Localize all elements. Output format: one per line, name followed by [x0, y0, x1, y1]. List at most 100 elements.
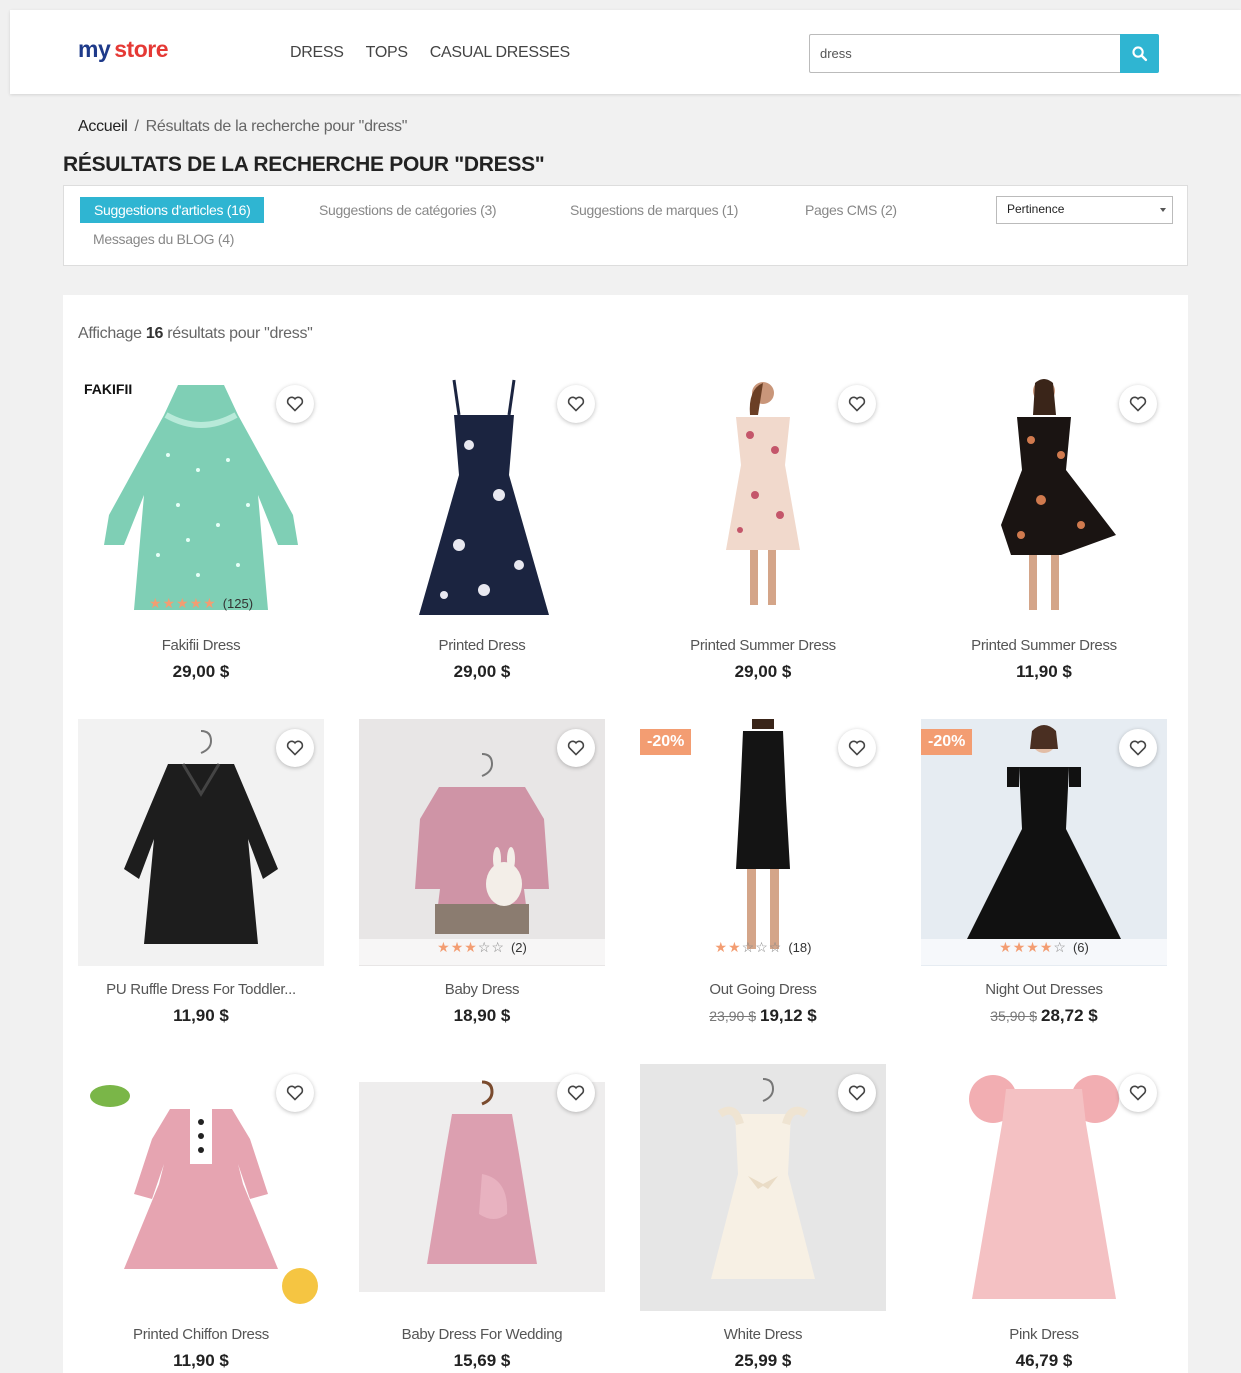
search-button[interactable] — [1120, 34, 1159, 73]
heart-icon — [567, 396, 585, 412]
results-suffix: résultats pour "dress" — [167, 325, 313, 342]
breadcrumb-home[interactable]: Accueil — [78, 118, 128, 135]
search-bar — [809, 34, 1159, 73]
product-price: 11,90 $ — [173, 1006, 229, 1025]
nav-tops[interactable]: TOPS — [366, 44, 408, 62]
product-image[interactable]: FAKIFII ★★★★★ (125) — [78, 375, 324, 622]
logo-store: store — [114, 36, 168, 62]
product-name[interactable]: Baby Dress — [359, 981, 605, 998]
wishlist-button[interactable] — [557, 729, 595, 767]
old-price: 23,90 $ — [709, 1008, 756, 1024]
product-card[interactable]: Printed Summer Dress 11,90 $ — [921, 375, 1167, 705]
heart-icon — [1129, 1085, 1147, 1101]
product-name[interactable]: White Dress — [640, 1326, 886, 1343]
heart-icon — [848, 1085, 866, 1101]
heart-icon — [286, 1085, 304, 1101]
product-image[interactable]: ★★★☆☆ (2) — [359, 719, 605, 966]
product-card[interactable]: -20% ★★☆☆☆ (18) Out Going Dress 23,90 $19… — [640, 719, 886, 1049]
search-input[interactable] — [809, 34, 1120, 73]
heart-icon — [848, 396, 866, 412]
product-name[interactable]: Baby Dress For Wedding — [359, 1326, 605, 1343]
tab-category-suggestions[interactable]: Suggestions de catégories (3) — [319, 202, 497, 218]
heart-icon — [286, 396, 304, 412]
results-panel: Affichage 16 résultats pour "dress" FAKI… — [63, 295, 1188, 1373]
wishlist-button[interactable] — [838, 385, 876, 423]
page-frame: mystore DRESS TOPS CASUAL DRESSES Accuei… — [10, 10, 1241, 1373]
breadcrumb-separator: / — [134, 118, 139, 135]
sort-selected-value: Pertinence — [1007, 202, 1065, 216]
product-image[interactable] — [640, 375, 886, 622]
product-image[interactable] — [640, 1064, 886, 1311]
product-card[interactable]: Printed Chiffon Dress 11,90 $ — [78, 1064, 324, 1373]
product-price: 46,79 $ — [1015, 1351, 1073, 1370]
wishlist-button[interactable] — [276, 729, 314, 767]
wishlist-button[interactable] — [276, 385, 314, 423]
tab-brand-suggestions[interactable]: Suggestions de marques (1) — [570, 202, 738, 218]
product-name[interactable]: PU Ruffle Dress For Toddler... — [78, 981, 324, 998]
product-name[interactable]: Printed Summer Dress — [921, 637, 1167, 654]
product-name[interactable]: Printed Chiffon Dress — [78, 1326, 324, 1343]
product-name[interactable]: Out Going Dress — [640, 981, 886, 998]
product-image[interactable] — [78, 1064, 324, 1311]
tab-cms-pages[interactable]: Pages CMS (2) — [805, 202, 897, 218]
product-image[interactable] — [359, 375, 605, 622]
chevron-down-icon — [1160, 208, 1166, 212]
search-icon — [1132, 46, 1148, 62]
product-name[interactable]: Fakifii Dress — [78, 637, 324, 654]
product-price: 11,90 $ — [173, 1351, 229, 1370]
heart-icon — [567, 740, 585, 756]
main-nav: DRESS TOPS CASUAL DRESSES — [290, 44, 570, 62]
product-image[interactable] — [359, 1064, 605, 1311]
product-price: 11,90 $ — [1016, 662, 1072, 681]
nav-casual-dresses[interactable]: CASUAL DRESSES — [430, 44, 570, 62]
nav-dress[interactable]: DRESS — [290, 44, 344, 62]
product-image[interactable]: -20% ★★★★☆ (6) — [921, 719, 1167, 966]
review-count: (18) — [788, 940, 812, 955]
wishlist-button[interactable] — [557, 1074, 595, 1112]
review-count: (2) — [510, 940, 527, 955]
product-name[interactable]: Printed Dress — [359, 637, 605, 654]
product-image[interactable]: -20% ★★☆☆☆ (18) — [640, 719, 886, 966]
product-price: 29,00 $ — [172, 662, 230, 681]
product-card[interactable]: White Dress 25,99 $ — [640, 1064, 886, 1373]
tab-product-suggestions[interactable]: Suggestions d'articles (16) — [80, 197, 265, 223]
product-price: 23,90 $19,12 $ — [640, 1006, 886, 1026]
heart-icon — [286, 740, 304, 756]
product-image[interactable] — [78, 719, 324, 966]
product-card[interactable]: Printed Dress 29,00 $ — [359, 375, 605, 705]
product-image[interactable] — [921, 375, 1167, 622]
heart-icon — [567, 1085, 585, 1101]
wishlist-button[interactable] — [1119, 1074, 1157, 1112]
sort-select[interactable]: Pertinence — [996, 196, 1173, 224]
review-count: (6) — [1072, 940, 1089, 955]
product-price: 18,90 $ — [453, 1006, 511, 1025]
product-card[interactable]: Baby Dress For Wedding 15,69 $ — [359, 1064, 605, 1373]
product-card[interactable]: FAKIFII ★★★★★ (125) Fakifii Dress 29,00 $ — [78, 375, 324, 705]
product-name[interactable]: Printed Summer Dress — [640, 637, 886, 654]
old-price: 35,90 $ — [990, 1008, 1037, 1024]
product-card[interactable]: Printed Summer Dress 29,00 $ — [640, 375, 886, 705]
heart-icon — [848, 740, 866, 756]
product-card[interactable]: ★★★☆☆ (2) Baby Dress 18,90 $ — [359, 719, 605, 1049]
product-card[interactable]: PU Ruffle Dress For Toddler... 11,90 $ — [78, 719, 324, 1049]
wishlist-button[interactable] — [1119, 729, 1157, 767]
product-card[interactable]: Pink Dress 46,79 $ — [921, 1064, 1167, 1373]
wishlist-button[interactable] — [276, 1074, 314, 1112]
brand-tag: FAKIFII — [84, 381, 133, 397]
wishlist-button[interactable] — [1119, 385, 1157, 423]
product-price: 29,00 $ — [453, 662, 511, 681]
product-name[interactable]: Pink Dress — [921, 1326, 1167, 1343]
product-image[interactable] — [921, 1064, 1167, 1311]
discount-badge: -20% — [640, 729, 692, 755]
wishlist-button[interactable] — [557, 385, 595, 423]
store-logo[interactable]: my store — [78, 36, 168, 63]
results-number: 16 — [145, 325, 164, 342]
site-header: my store DRESS TOPS CASUAL DRESSES — [10, 10, 1241, 94]
product-name[interactable]: Night Out Dresses — [921, 981, 1167, 998]
wishlist-button[interactable] — [838, 1074, 876, 1112]
product-price: 35,90 $28,72 $ — [921, 1006, 1167, 1026]
wishlist-button[interactable] — [838, 729, 876, 767]
product-card[interactable]: -20% ★★★★☆ (6) Night Out Dresses 35,90 $2… — [921, 719, 1167, 1049]
tab-blog-posts[interactable]: Messages du BLOG (4) — [93, 231, 234, 247]
page-title: RÉSULTATS DE LA RECHERCHE POUR "DRESS" — [63, 153, 545, 176]
